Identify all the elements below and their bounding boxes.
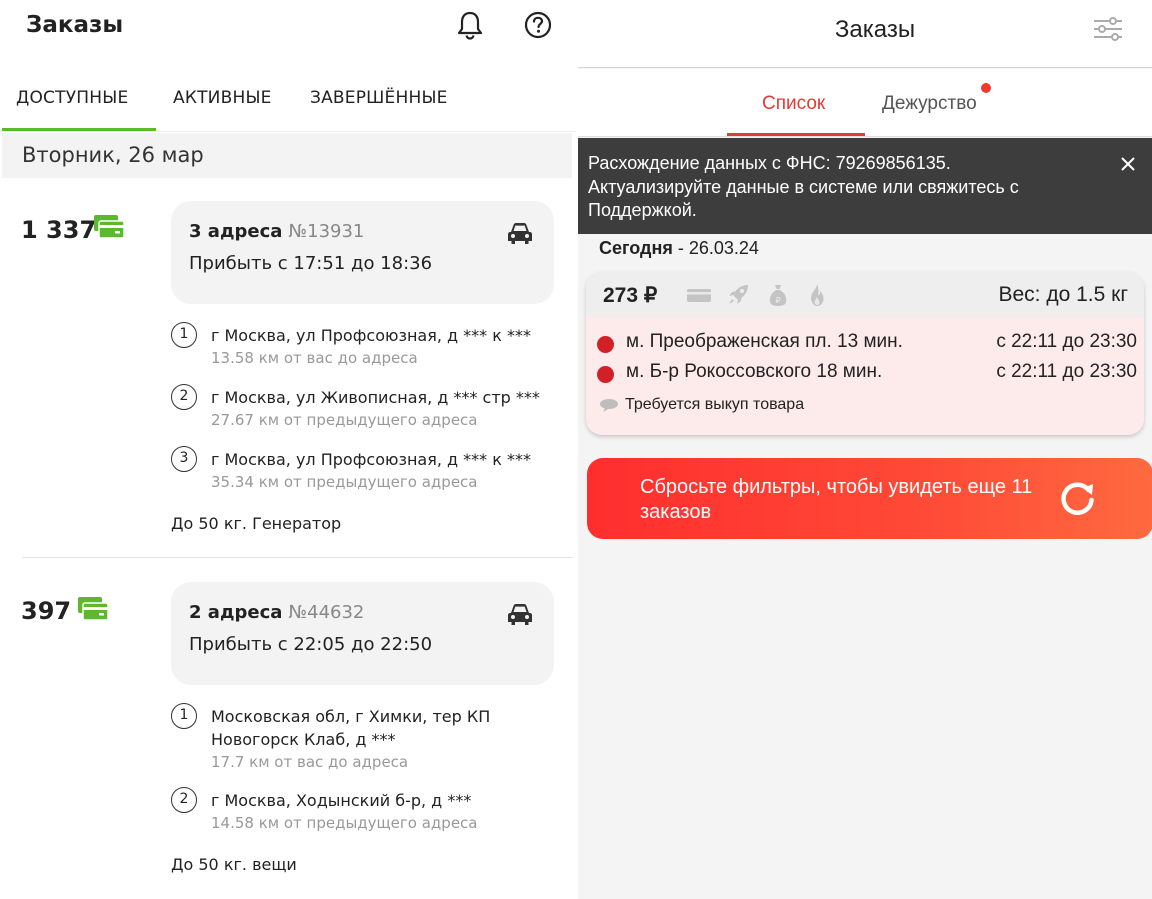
order-number: №13931: [288, 221, 365, 242]
today-date: - 26.03.24: [672, 238, 759, 258]
orders-list-panel: Заказы Список Дежурство Расхождение данн…: [578, 0, 1152, 899]
orders-tabs: ДОСТУПНЫЕ АКТИВНЫЕ ЗАВЕРШЁННЫЕ: [0, 70, 576, 132]
divider: [22, 557, 573, 558]
order-card[interactable]: 273 ₽ ₽ Вес: до 1.5 кг м. Преображенская…: [586, 272, 1144, 435]
address-count: 3 адреса №13931: [189, 221, 365, 242]
active-tab-indicator: [727, 133, 865, 136]
page-title: Заказы: [26, 12, 124, 38]
today-label: Сегодня: [599, 238, 673, 258]
order-note: До 50 кг. вещи: [171, 855, 297, 874]
reset-filters-button[interactable]: Сбросьте фильтры, чтобы увидеть еще 11 з…: [587, 458, 1152, 539]
stop-distance: 13.58 км от вас до адреса: [211, 349, 418, 367]
help-icon[interactable]: [523, 10, 553, 40]
stop-number: 1: [171, 703, 197, 729]
arrival-window: Прибыть с 22:05 до 22:50: [189, 634, 433, 655]
bell-icon[interactable]: [456, 10, 484, 40]
page-title: Заказы: [834, 16, 916, 43]
tab-duty[interactable]: Дежурство: [882, 93, 977, 115]
order-card-header: 273 ₽ ₽ Вес: до 1.5 кг: [586, 272, 1144, 317]
metro-time-window: с 22:11 до 23:30: [996, 361, 1137, 382]
metro-name: м. Преображенская пл. 13 мин.: [626, 331, 903, 352]
money-bag-icon: ₽: [769, 285, 787, 306]
stop-address: г Москва, Ходынский б-р, д ***: [211, 791, 472, 810]
view-tabs: Список Дежурство: [578, 69, 1152, 137]
order-price: 397: [21, 597, 72, 625]
available-orders-panel: Заказы ДОСТУПНЫЕ АКТИВНЫЕ ЗАВЕРШЁННЫЕ Вт…: [0, 0, 576, 899]
stop-number: 1: [171, 322, 197, 348]
stop-distance: 27.67 км от предыдущего адреса: [211, 411, 478, 429]
stop-address: Московская обл, г Химки, тер КП Новогорс…: [211, 707, 491, 749]
notification-dot: [981, 83, 991, 93]
order-requirement: Требуется выкуп товара: [599, 396, 804, 414]
app-header: Заказы: [578, 0, 1152, 68]
card-payment-icon: [687, 289, 711, 302]
stop-number: 2: [171, 384, 197, 410]
stop-address: г Москва, ул Живописная, д *** стр ***: [211, 388, 540, 407]
order-note: До 50 кг. Генератор: [171, 514, 342, 533]
today-header: Сегодня - 26.03.24: [599, 238, 759, 259]
requirement-text: Требуется выкуп товара: [625, 396, 805, 413]
stop-address: г Москва, ул Профсоюзная, д *** к ***: [211, 326, 531, 345]
car-icon: [508, 604, 532, 625]
tab-list[interactable]: Список: [762, 93, 825, 115]
order-price: 1 337: [21, 216, 97, 244]
address-count: 2 адреса №44632: [189, 602, 365, 623]
stop-number: 3: [171, 446, 197, 472]
order-price: 273 ₽: [603, 284, 658, 307]
stop-number: 2: [171, 787, 197, 813]
banner-message: Расхождение данных с ФНС: 79269856135. А…: [588, 153, 1019, 220]
metro-time-window: с 22:11 до 23:30: [996, 331, 1137, 352]
order-weight: Вес: до 1.5 кг: [998, 283, 1129, 306]
app-header: Заказы: [0, 0, 576, 62]
card-payment-icon: [78, 597, 109, 621]
close-icon[interactable]: [1120, 156, 1136, 172]
stop-distance: 35.34 км от предыдущего адреса: [211, 473, 478, 491]
date-section-header: Вторник, 26 мар: [2, 133, 572, 178]
stop-distance: 17.7 км от вас до адреса: [211, 753, 409, 771]
comment-icon: [600, 398, 618, 412]
rocket-icon: [729, 285, 748, 304]
arrival-window: Прибыть с 17:51 до 18:36: [189, 253, 433, 274]
tab-active[interactable]: АКТИВНЫЕ: [173, 88, 272, 108]
fire-icon: [811, 284, 824, 306]
metro-name: м. Б-р Рокоссовского 18 мин.: [626, 361, 883, 382]
stop-address: г Москва, ул Профсоюзная, д *** к ***: [211, 450, 531, 469]
svg-text:₽: ₽: [775, 296, 780, 305]
date-label: Вторник, 26 мар: [22, 143, 204, 167]
active-tab-indicator: [2, 128, 156, 131]
reset-filters-label: Сбросьте фильтры, чтобы увидеть еще 11 з…: [640, 476, 1033, 523]
metro-icon: [597, 336, 614, 353]
filter-settings-icon[interactable]: [1092, 16, 1124, 42]
card-payment-icon: [94, 215, 125, 239]
refresh-icon: [1061, 482, 1094, 515]
metro-icon: [597, 366, 614, 383]
order-summary-box[interactable]: 2 адреса №44632 Прибыть с 22:05 до 22:50: [171, 582, 554, 685]
stop-distance: 14.58 км от предыдущего адреса: [211, 814, 478, 832]
tab-completed[interactable]: ЗАВЕРШЁННЫЕ: [310, 88, 448, 108]
order-summary-box[interactable]: 3 адреса №13931 Прибыть с 17:51 до 18:36: [171, 201, 554, 304]
fns-warning-banner: Расхождение данных с ФНС: 79269856135. А…: [578, 138, 1152, 234]
tab-available[interactable]: ДОСТУПНЫЕ: [16, 88, 128, 108]
order-number: №44632: [288, 602, 365, 623]
car-icon: [508, 223, 532, 244]
